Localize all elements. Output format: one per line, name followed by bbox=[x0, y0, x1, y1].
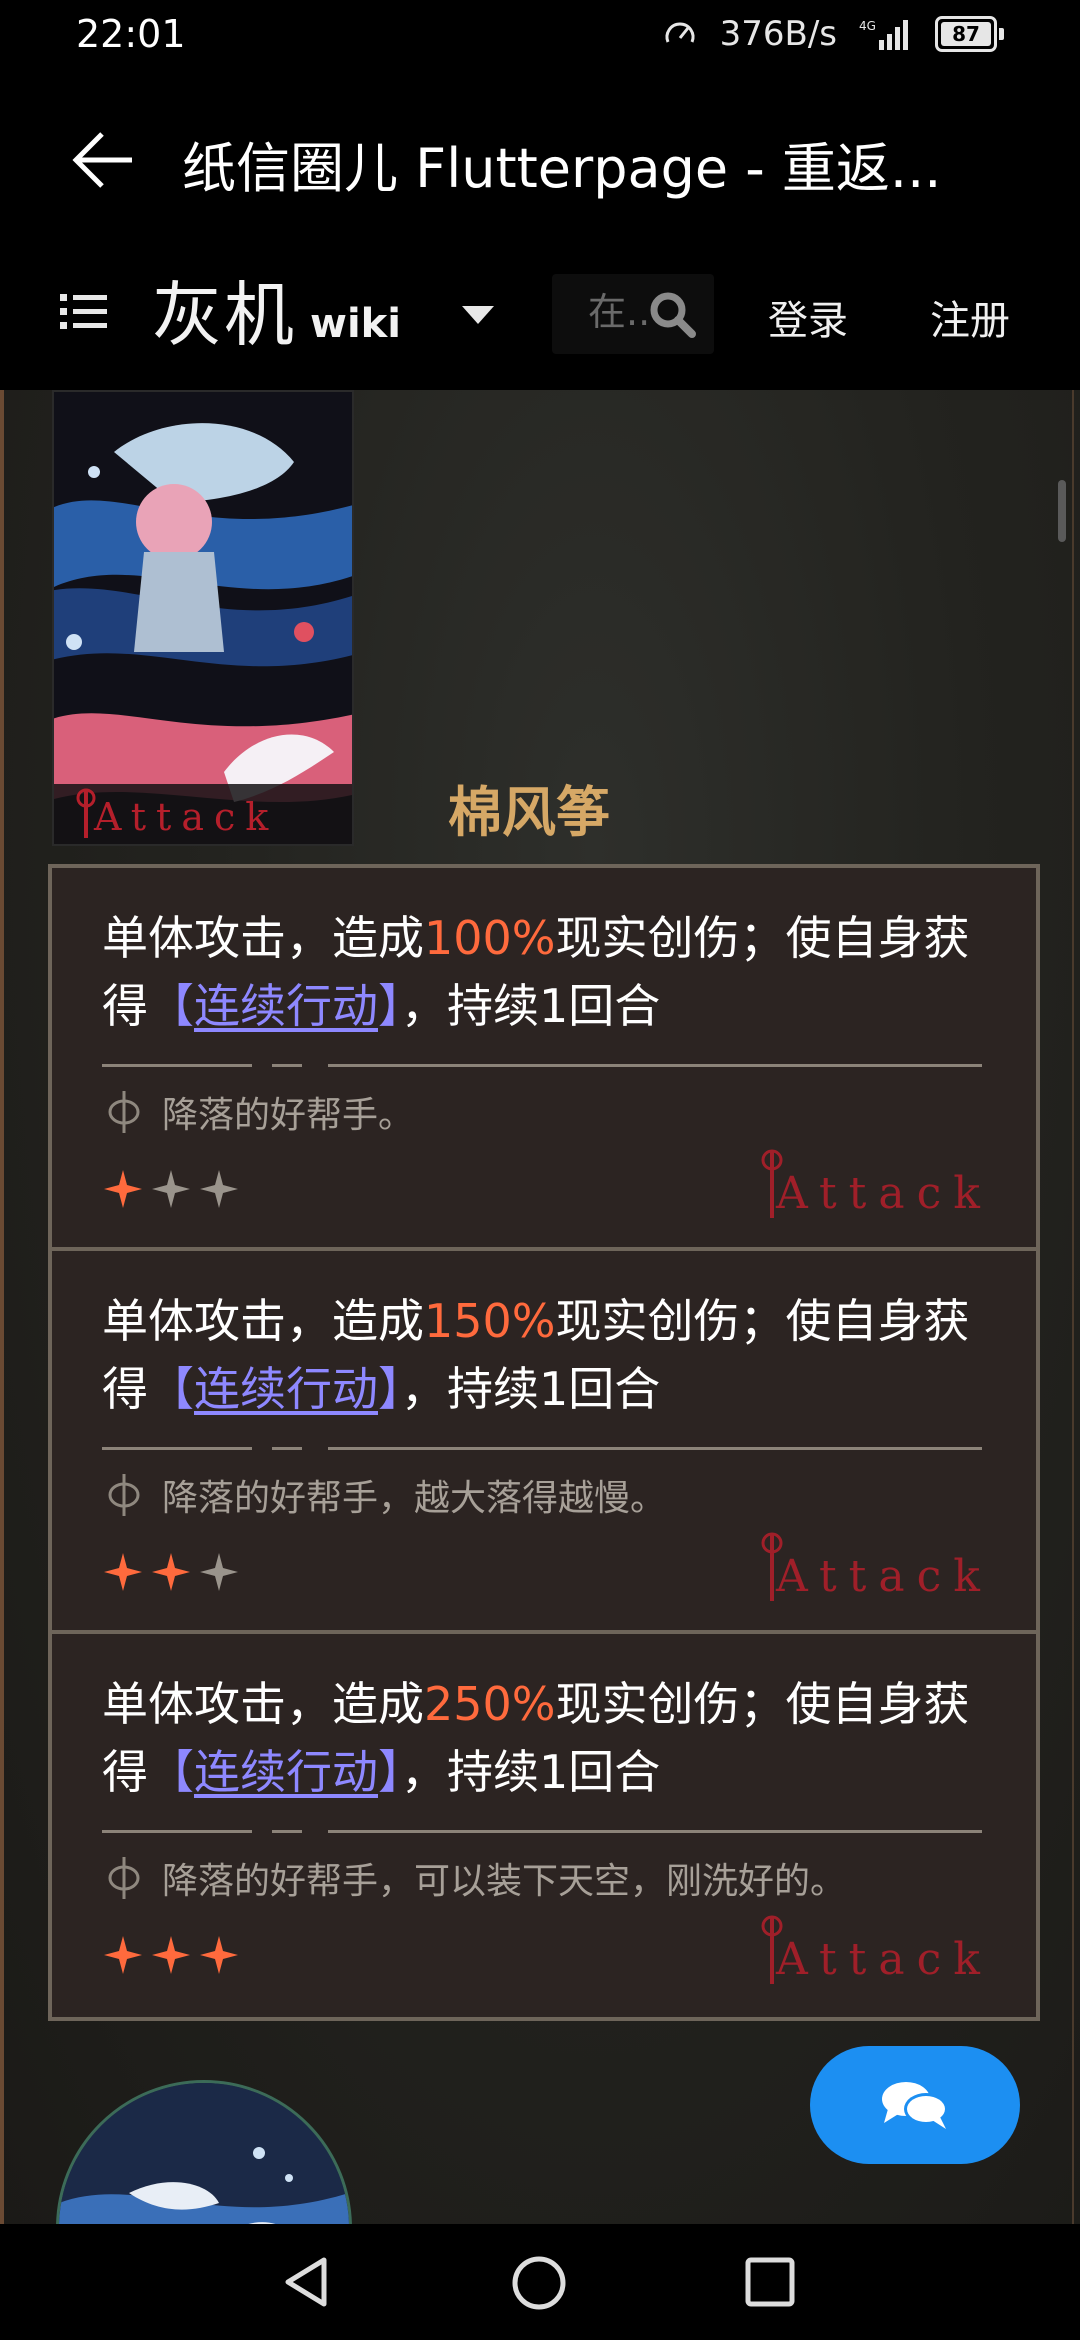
skill-percent: 250% bbox=[424, 1677, 556, 1731]
skill-row: 单体攻击，造成150%现实创伤；使自身获得【连续行动】，持续1回合 降落的好帮手… bbox=[52, 1251, 1036, 1634]
status-bar: 22:01 376B/s 4G 87 bbox=[0, 0, 1080, 78]
list-icon bbox=[60, 294, 107, 329]
wiki-logo[interactable]: 灰机 wiki bbox=[152, 274, 401, 354]
svg-text:4G: 4G bbox=[859, 19, 876, 33]
arrow-left-icon bbox=[72, 132, 132, 188]
back-button[interactable] bbox=[62, 120, 142, 200]
skill-flavor: 降落的好帮手，可以装下天空，刚洗好的。 bbox=[102, 1852, 846, 1904]
page-content: Attack 棉风筝 单体攻击，造成100%现实创伤；使自身获得【连续行动】，持… bbox=[0, 390, 1080, 2224]
skill-description: 单体攻击，造成250%现实创伤；使自身获得【连续行动】，持续1回合 bbox=[102, 1677, 970, 1799]
app-bar: 纸信圈儿 Flutterpage - 重返... bbox=[0, 78, 1080, 238]
menu-button[interactable] bbox=[60, 290, 110, 334]
star-rating bbox=[102, 1934, 240, 1976]
star-filled-icon bbox=[104, 1553, 142, 1591]
star-filled-icon bbox=[104, 1936, 142, 1974]
status-link[interactable]: 连续行动 bbox=[194, 1745, 378, 1799]
star-filled-icon bbox=[200, 1936, 238, 1974]
attack-stamp: Attack bbox=[756, 1142, 1006, 1226]
scrollbar-thumb[interactable] bbox=[1058, 480, 1066, 542]
comments-icon bbox=[882, 2082, 948, 2129]
skill-divider bbox=[102, 1830, 982, 1834]
attack-stamp: Attack bbox=[756, 1525, 1006, 1609]
status-indicators: 376B/s 4G 87 bbox=[662, 14, 1004, 54]
skill-percent: 150% bbox=[424, 1294, 556, 1348]
phi-icon bbox=[108, 1091, 140, 1133]
signal-icon: 4G bbox=[859, 16, 913, 52]
phi-icon bbox=[108, 1474, 140, 1516]
system-nav-bar bbox=[0, 2224, 1080, 2340]
search-input[interactable] bbox=[588, 290, 648, 334]
home-circle-icon bbox=[512, 2256, 566, 2310]
wiki-header: 灰机 wiki 登录 注册 bbox=[0, 238, 1080, 390]
caret-down-icon bbox=[462, 306, 494, 324]
back-triangle-icon bbox=[285, 2257, 327, 2307]
phi-icon bbox=[108, 1857, 140, 1899]
skill-divider bbox=[102, 1064, 982, 1068]
site-dropdown[interactable] bbox=[460, 304, 496, 330]
search-box[interactable] bbox=[552, 274, 714, 354]
star-rating bbox=[102, 1168, 240, 1210]
nav-back-button[interactable] bbox=[280, 2254, 336, 2314]
flavor-text: 降落的好帮手，可以装下天空，刚洗好的。 bbox=[162, 1861, 847, 1902]
flavor-text: 降落的好帮手，越大落得越慢。 bbox=[162, 1478, 667, 1519]
star-empty-icon bbox=[200, 1553, 238, 1591]
comments-button[interactable] bbox=[810, 2046, 1020, 2164]
status-link[interactable]: 连续行动 bbox=[194, 1362, 378, 1416]
skill-divider bbox=[102, 1447, 982, 1451]
battery-icon: 87 bbox=[935, 16, 1004, 52]
svg-text:Attack: Attack bbox=[775, 1168, 992, 1219]
skill-description: 单体攻击，造成150%现实创伤；使自身获得【连续行动】，持续1回合 bbox=[102, 1294, 970, 1416]
skill-description: 单体攻击，造成100%现实创伤；使自身获得【连续行动】，持续1回合 bbox=[102, 911, 970, 1033]
star-filled-icon bbox=[152, 1936, 190, 1974]
star-filled-icon bbox=[152, 1553, 190, 1591]
skill-percent: 100% bbox=[424, 911, 556, 965]
page-title: 纸信圈儿 Flutterpage - 重返... bbox=[182, 137, 942, 200]
recents-square-icon bbox=[745, 2257, 795, 2307]
flavor-text: 降落的好帮手。 bbox=[162, 1095, 415, 1136]
nav-recents-button[interactable] bbox=[742, 2254, 798, 2314]
star-empty-icon bbox=[200, 1170, 238, 1208]
star-rating bbox=[102, 1551, 240, 1593]
logo-en: wiki bbox=[310, 301, 401, 347]
svg-text:Attack: Attack bbox=[775, 1551, 992, 1602]
net-speed: 376B/s bbox=[719, 14, 837, 54]
nav-home-button[interactable] bbox=[510, 2254, 568, 2316]
star-filled-icon bbox=[104, 1170, 142, 1208]
skill-list: 单体攻击，造成100%现实创伤；使自身获得【连续行动】，持续1回合 降落的好帮手… bbox=[48, 864, 1040, 2021]
next-character-avatar[interactable] bbox=[56, 2080, 352, 2224]
attack-stamp: Attack bbox=[756, 1908, 1006, 1992]
search-icon[interactable] bbox=[648, 290, 698, 344]
skill-flavor: 降落的好帮手。 bbox=[102, 1086, 414, 1138]
register-link[interactable]: 注册 bbox=[930, 288, 1010, 346]
status-time: 22:01 bbox=[76, 12, 186, 56]
skill-row: 单体攻击，造成100%现实创伤；使自身获得【连续行动】，持续1回合 降落的好帮手… bbox=[52, 868, 1036, 1251]
card-tag-text: Attack bbox=[93, 795, 278, 839]
star-empty-icon bbox=[152, 1170, 190, 1208]
skill-row: 单体攻击，造成250%现实创伤；使自身获得【连续行动】，持续1回合 降落的好帮手… bbox=[52, 1634, 1036, 2017]
svg-text:Attack: Attack bbox=[775, 1934, 992, 1985]
login-link[interactable]: 登录 bbox=[768, 288, 848, 346]
status-link[interactable]: 连续行动 bbox=[194, 979, 378, 1033]
card-type-tag: Attack bbox=[54, 784, 352, 844]
character-card-image: Attack bbox=[52, 390, 354, 846]
logo-cn: 灰机 bbox=[152, 274, 296, 356]
character-name: 棉风筝 bbox=[448, 780, 610, 844]
skill-flavor: 降落的好帮手，越大落得越慢。 bbox=[102, 1469, 666, 1521]
battery-level: 87 bbox=[941, 22, 991, 46]
speedometer-icon bbox=[662, 16, 698, 52]
